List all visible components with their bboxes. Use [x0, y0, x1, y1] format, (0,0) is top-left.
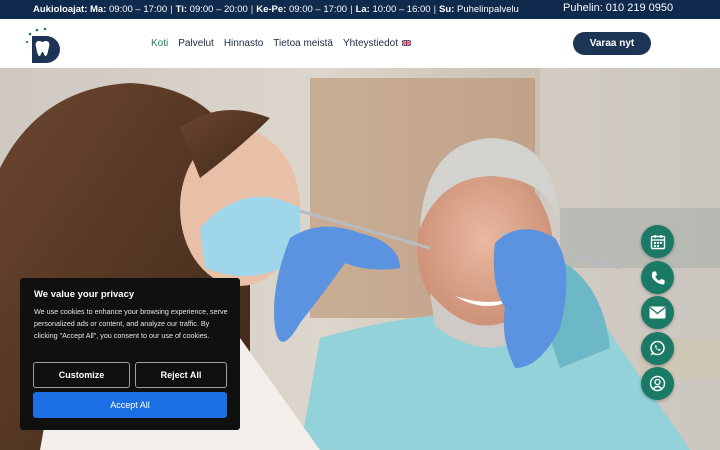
whatsapp-icon — [650, 340, 665, 356]
cookie-customize-button[interactable]: Customize — [33, 362, 130, 388]
nav-tietoa-meista[interactable]: Tietoa meistä — [273, 38, 333, 49]
book-now-button[interactable]: Varaa nyt — [573, 32, 651, 55]
opening-hours: Aukioloajat: Ma: 09:00 – 17:00 | Ti: 09:… — [33, 4, 519, 15]
top-info-bar: Aukioloajat: Ma: 09:00 – 17:00 | Ti: 09:… — [0, 0, 720, 19]
nav-hinnasto[interactable]: Hinnasto — [224, 38, 263, 49]
site-header: Koti Palvelut Hinnasto Tietoa meistä Yht… — [0, 19, 720, 68]
calendar-icon — [650, 234, 665, 249]
cookie-text: We use cookies to enhance your browsing … — [34, 307, 228, 340]
phone-icon — [651, 271, 664, 284]
cookie-reject-button[interactable]: Reject All — [135, 362, 227, 388]
tooth-logo[interactable] — [24, 27, 64, 63]
nav-yhteystiedot[interactable]: Yhteystiedot — [343, 38, 398, 49]
floating-whatsapp-button[interactable] — [641, 332, 674, 365]
floating-email-button[interactable] — [641, 296, 674, 329]
user-support-icon — [649, 375, 666, 392]
cookie-title: We value your privacy — [34, 289, 135, 300]
nav-palvelut[interactable]: Palvelut — [178, 38, 214, 49]
header-phone-link[interactable]: Puhelin: 010 219 0950 — [563, 2, 673, 14]
floating-support-button[interactable] — [641, 367, 674, 400]
main-nav: Koti Palvelut Hinnasto Tietoa meistä Yht… — [151, 38, 408, 49]
floating-phone-button[interactable] — [641, 261, 674, 294]
nav-koti[interactable]: Koti — [151, 38, 168, 49]
uk-flag-icon[interactable] — [402, 40, 411, 46]
cookie-consent-dialog: We value your privacy We use cookies to … — [20, 278, 240, 430]
mail-icon — [649, 306, 666, 319]
cookie-accept-button[interactable]: Accept All — [33, 392, 227, 418]
floating-calendar-button[interactable] — [641, 225, 674, 258]
